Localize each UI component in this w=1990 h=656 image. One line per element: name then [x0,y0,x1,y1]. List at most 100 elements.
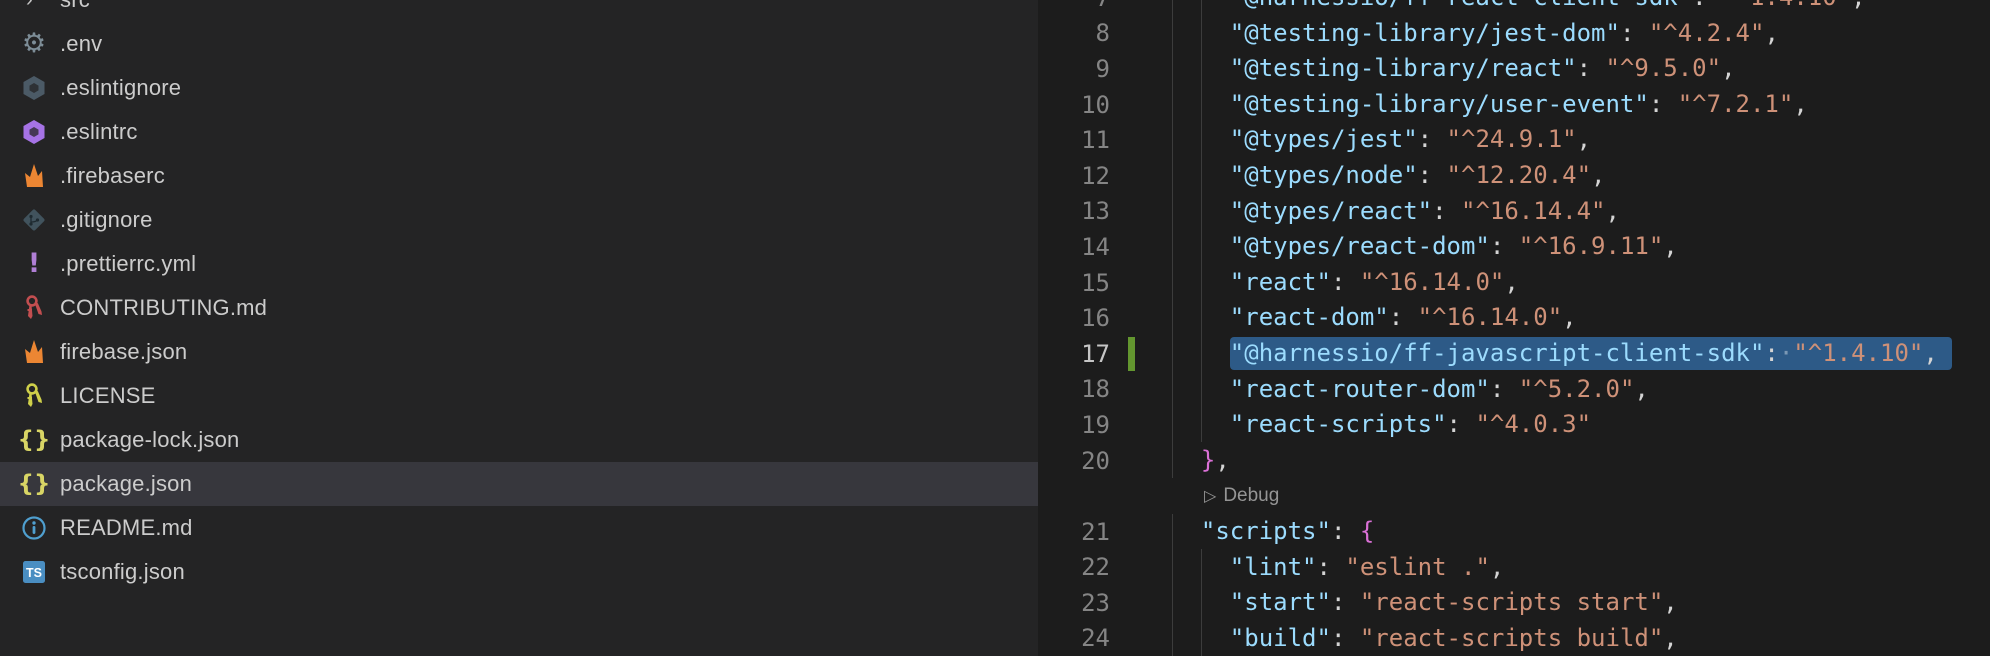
vscode-window: › src ⚙ .env .eslintignore .eslintrc .firebase… [0,0,1990,656]
code-text: "@types/node": "^12.20.4", [1172,158,1606,194]
flame-icon [21,163,47,189]
file-label: .firebaserc [60,163,165,189]
line-number: 14 [1038,233,1110,261]
chevron-right-icon: › [26,0,47,12]
line-number: 22 [1038,553,1110,581]
file-label: CONTRIBUTING.md [60,295,267,321]
code-line-14[interactable]: 14 "@types/react-dom": "^16.9.11", [1038,229,1990,265]
flame-icon [21,339,47,365]
file-item-firebase-json[interactable]: firebase.json [0,330,1038,374]
line-number: 7 [1038,0,1110,12]
code-line-18[interactable]: 18 "react-router-dom": "^5.2.0", [1038,372,1990,408]
line-number: 20 [1038,447,1110,475]
code-text: }, [1172,443,1230,479]
code-text: "@types/react-dom": "^16.9.11", [1172,229,1678,265]
code-text: "start": "react-scripts start", [1172,585,1678,621]
braces-icon: {} [21,471,47,497]
code-text: "react": "^16.14.0", [1172,265,1519,301]
file-item--firebaserc[interactable]: .firebaserc [0,154,1038,198]
code-line-21[interactable]: 21 "scripts": { [1038,514,1990,550]
line-number: 13 [1038,197,1110,225]
code-editor[interactable]: 7 "@harnessio/ff-react-client-sdk": "^1.… [1038,0,1990,656]
file-label: .gitignore [60,207,153,233]
file-item-package-json[interactable]: {} package.json [0,462,1038,506]
code-text: "react-router-dom": "^5.2.0", [1172,372,1649,408]
ts-badge-icon: TS [21,559,47,585]
exclamation-icon: ! [21,251,47,277]
file-label: firebase.json [60,339,187,365]
file-item-tsconfig-json[interactable]: TS tsconfig.json [0,550,1038,594]
line-number: 8 [1038,19,1110,47]
code-line-13[interactable]: 13 "@types/react": "^16.14.4", [1038,194,1990,230]
code-line-9[interactable]: 9 "@testing-library/react": "^9.5.0", [1038,51,1990,87]
file-label: src [60,0,90,13]
line-number: 21 [1038,518,1110,546]
line-number: 15 [1038,269,1110,297]
file-item-contributing-md[interactable]: CONTRIBUTING.md [0,286,1038,330]
code-line-22[interactable]: 22 "lint": "eslint .", [1038,550,1990,586]
file-label: LICENSE [60,383,156,409]
codelens-label: Debug [1223,485,1279,506]
code-line-12[interactable]: 12 "@types/node": "^12.20.4", [1038,158,1990,194]
line-number: 11 [1038,126,1110,154]
code-text: "@testing-library/jest-dom": "^4.2.4", [1172,16,1779,52]
file-label: tsconfig.json [60,559,185,585]
code-text: "react-dom": "^16.14.0", [1172,300,1577,336]
code-line-8[interactable]: 8 "@testing-library/jest-dom": "^4.2.4", [1038,16,1990,52]
code-text: "@harnessio/ff-javascript-client-sdk":·"… [1172,336,1938,372]
file-item-src[interactable]: › src [0,0,1038,22]
file-label: package-lock.json [60,427,240,453]
code-text: "build": "react-scripts build", [1172,621,1678,656]
file-item--eslintignore[interactable]: .eslintignore [0,66,1038,110]
eslint-icon [21,119,47,145]
code-text: "@types/jest": "^24.9.1", [1172,122,1591,158]
code-line-17[interactable]: 17 "@harnessio/ff-javascript-client-sdk"… [1038,336,1990,372]
code-line-23[interactable]: 23 "start": "react-scripts start", [1038,585,1990,621]
code-lines: 7 "@harnessio/ff-react-client-sdk": "^1.… [1038,0,1990,656]
file-label: README.md [60,515,193,541]
code-line-7[interactable]: 7 "@harnessio/ff-react-client-sdk": "^1.… [1038,0,1990,16]
code-line-10[interactable]: 10 "@testing-library/user-event": "^7.2.… [1038,87,1990,123]
line-number: 9 [1038,55,1110,83]
file-item--eslintrc[interactable]: .eslintrc [0,110,1038,154]
file-item--prettierrc-yml[interactable]: ! .prettierrc.yml [0,242,1038,286]
file-label: .env [60,31,102,57]
line-number: 12 [1038,162,1110,190]
code-line-20[interactable]: 20 }, [1038,443,1990,479]
line-number: 19 [1038,411,1110,439]
code-text: "@testing-library/user-event": "^7.2.1", [1172,87,1808,123]
line-number: 16 [1038,304,1110,332]
keys-icon [21,295,47,321]
file-item--env[interactable]: ⚙ .env [0,22,1038,66]
explorer-sidebar: › src ⚙ .env .eslintignore .eslintrc .firebase… [0,0,1038,656]
play-outline-icon: ▷ [1204,488,1216,505]
code-line-11[interactable]: 11 "@types/jest": "^24.9.1", [1038,122,1990,158]
file-label: .eslintignore [60,75,181,101]
line-number: 17 [1038,340,1110,368]
file-item-package-lock-json[interactable]: {}package-lock.json [0,418,1038,462]
code-line-15[interactable]: 15 "react": "^16.14.0", [1038,265,1990,301]
file-label: .prettierrc.yml [60,251,196,277]
line-number: 10 [1038,91,1110,119]
code-line-24[interactable]: 24 "build": "react-scripts build", [1038,621,1990,656]
codelens-debug-link[interactable]: ▷ Debug [1204,485,1279,507]
code-line-19[interactable]: 19 "react-scripts": "^4.0.3" [1038,407,1990,443]
gear-icon: ⚙ [21,31,47,57]
code-text: "scripts": { [1172,514,1374,550]
code-line-16[interactable]: 16 "react-dom": "^16.14.0", [1038,300,1990,336]
line-number: 18 [1038,375,1110,403]
codelens-row: ▷ Debug [1038,478,1990,514]
file-item--gitignore[interactable]: .gitignore [0,198,1038,242]
file-item-license[interactable]: LICENSE [0,374,1038,418]
code-text: "@harnessio/ff-react-client-sdk": "^1.4.… [1172,0,1866,16]
file-item-readme-md[interactable]: README.md [0,506,1038,550]
svg-text:TS: TS [26,566,42,580]
git-diamond-icon [21,207,47,233]
line-number: 23 [1038,589,1110,617]
git-added-marker [1128,337,1135,371]
keys-icon [21,383,47,409]
code-text: "@types/react": "^16.14.4", [1172,194,1620,230]
file-label: .eslintrc [60,119,138,145]
file-label: package.json [60,471,192,497]
eslint-icon [21,75,47,101]
